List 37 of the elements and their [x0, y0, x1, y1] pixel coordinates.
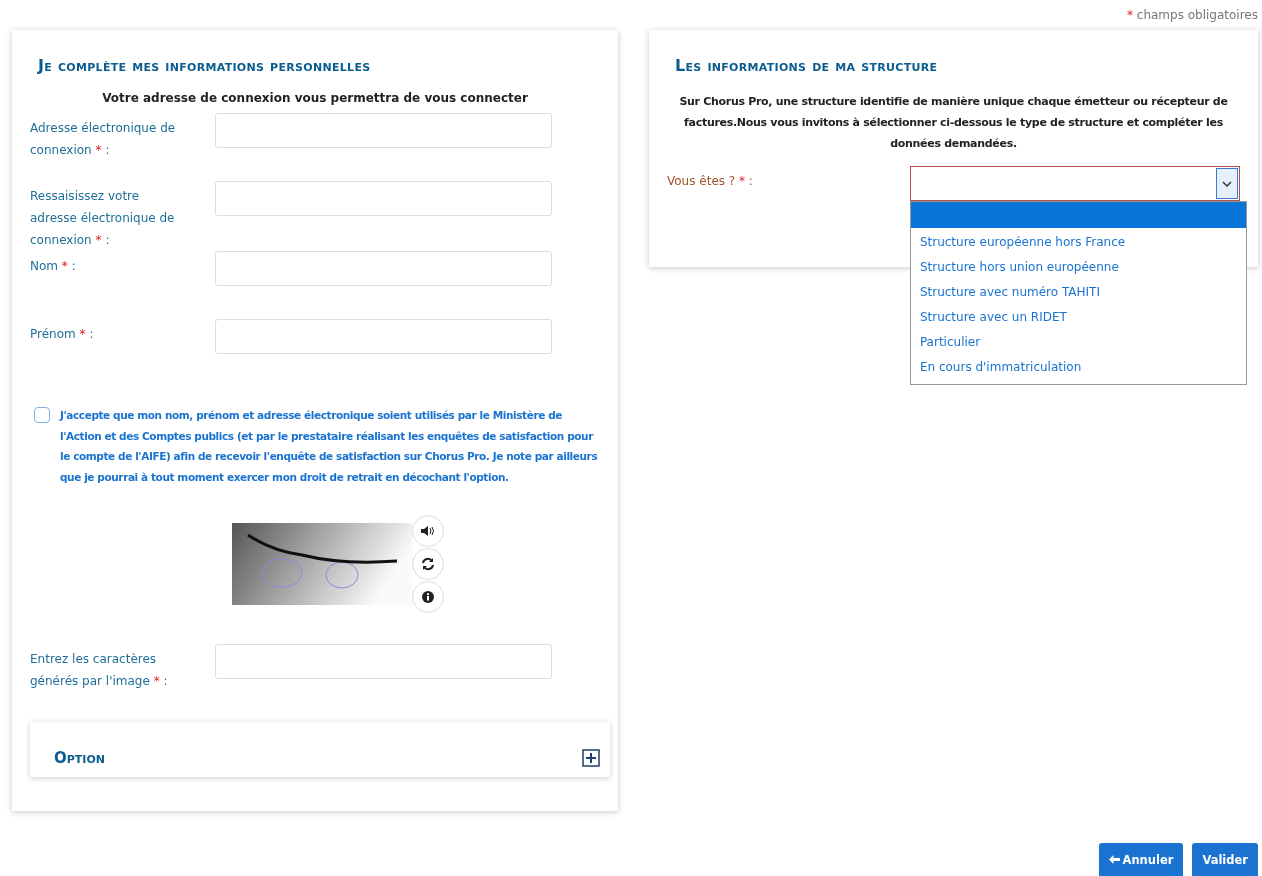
- dropdown-option[interactable]: Structure européenne hors France: [910, 230, 1246, 255]
- text-input[interactable]: [215, 319, 552, 354]
- submit-button[interactable]: Valider: [1192, 843, 1258, 876]
- captcha-input[interactable]: [215, 644, 552, 679]
- consent-checkbox[interactable]: [34, 407, 50, 423]
- consent-text: J'accepte que mon nom, prénom et adresse électronique soient utilisés par le Ministère de l'Action et des Comptes publics (et par le prestataire réalisant les enquêtes de satisfaction pour le compte de l'AIFE) afin de recevoir l'enquête de satisfaction sur Chorus Pro. Je note par ailleurs que je pourrai à tout moment exercer mon droit de retrait en décochant l'option.: [60, 408, 599, 485]
- field-label: Ressaisissez votre adresse électronique de connexion * :: [30, 188, 176, 249]
- field-label: Vous êtes ? * :: [667, 173, 754, 190]
- dropdown-option[interactable]: Structure hors union européenne: [910, 255, 1246, 280]
- field-label: Adresse électronique de connexion * :: [30, 120, 177, 159]
- cancel-button[interactable]: Annuler: [1098, 843, 1184, 876]
- chevron-down-icon: [1222, 180, 1232, 187]
- option-title: Option: [54, 749, 105, 767]
- refresh-button[interactable]: [412, 548, 444, 580]
- field-label: Entrez les caractères générés par l'image * :: [30, 651, 169, 690]
- dropdown-option[interactable]: Structure avec numéro TAHITI: [910, 280, 1246, 305]
- audio-button[interactable]: [412, 515, 444, 547]
- required-note: * champs obligatoires: [1126, 8, 1258, 24]
- info-icon: [422, 591, 434, 603]
- speaker-icon: [421, 526, 435, 536]
- field-label: Prénom * :: [30, 326, 95, 343]
- field-label: Nom * :: [30, 258, 77, 275]
- subtitle: Votre adresse de connexion vous permettra de vous connecter: [101, 91, 529, 105]
- refresh-icon: [421, 557, 435, 571]
- text-input[interactable]: [215, 251, 552, 286]
- dropdown-option[interactable]: Structure avec un RIDET: [910, 305, 1246, 330]
- dropdown-button[interactable]: [1216, 168, 1238, 199]
- description: Sur Chorus Pro, une structure identifie de manière unique chaque émetteur ou récepteur de factures.Nous vous invitons à sélectionner ci-dessous le type de structure et compléter les données demandées.: [678, 94, 1229, 152]
- plus-icon[interactable]: [582, 749, 600, 767]
- arrow-left-icon: [1108, 855, 1120, 864]
- text-input[interactable]: [215, 181, 552, 216]
- text-input[interactable]: [215, 113, 552, 148]
- dropdown-option[interactable]: En cours d'immatriculation: [910, 355, 1246, 380]
- section-title: Je complète mes informations personnelles: [38, 56, 372, 75]
- info-button[interactable]: [412, 581, 444, 613]
- dropdown-option[interactable]: Particulier: [910, 330, 1246, 355]
- section-title: Les informations de ma structure: [675, 56, 939, 75]
